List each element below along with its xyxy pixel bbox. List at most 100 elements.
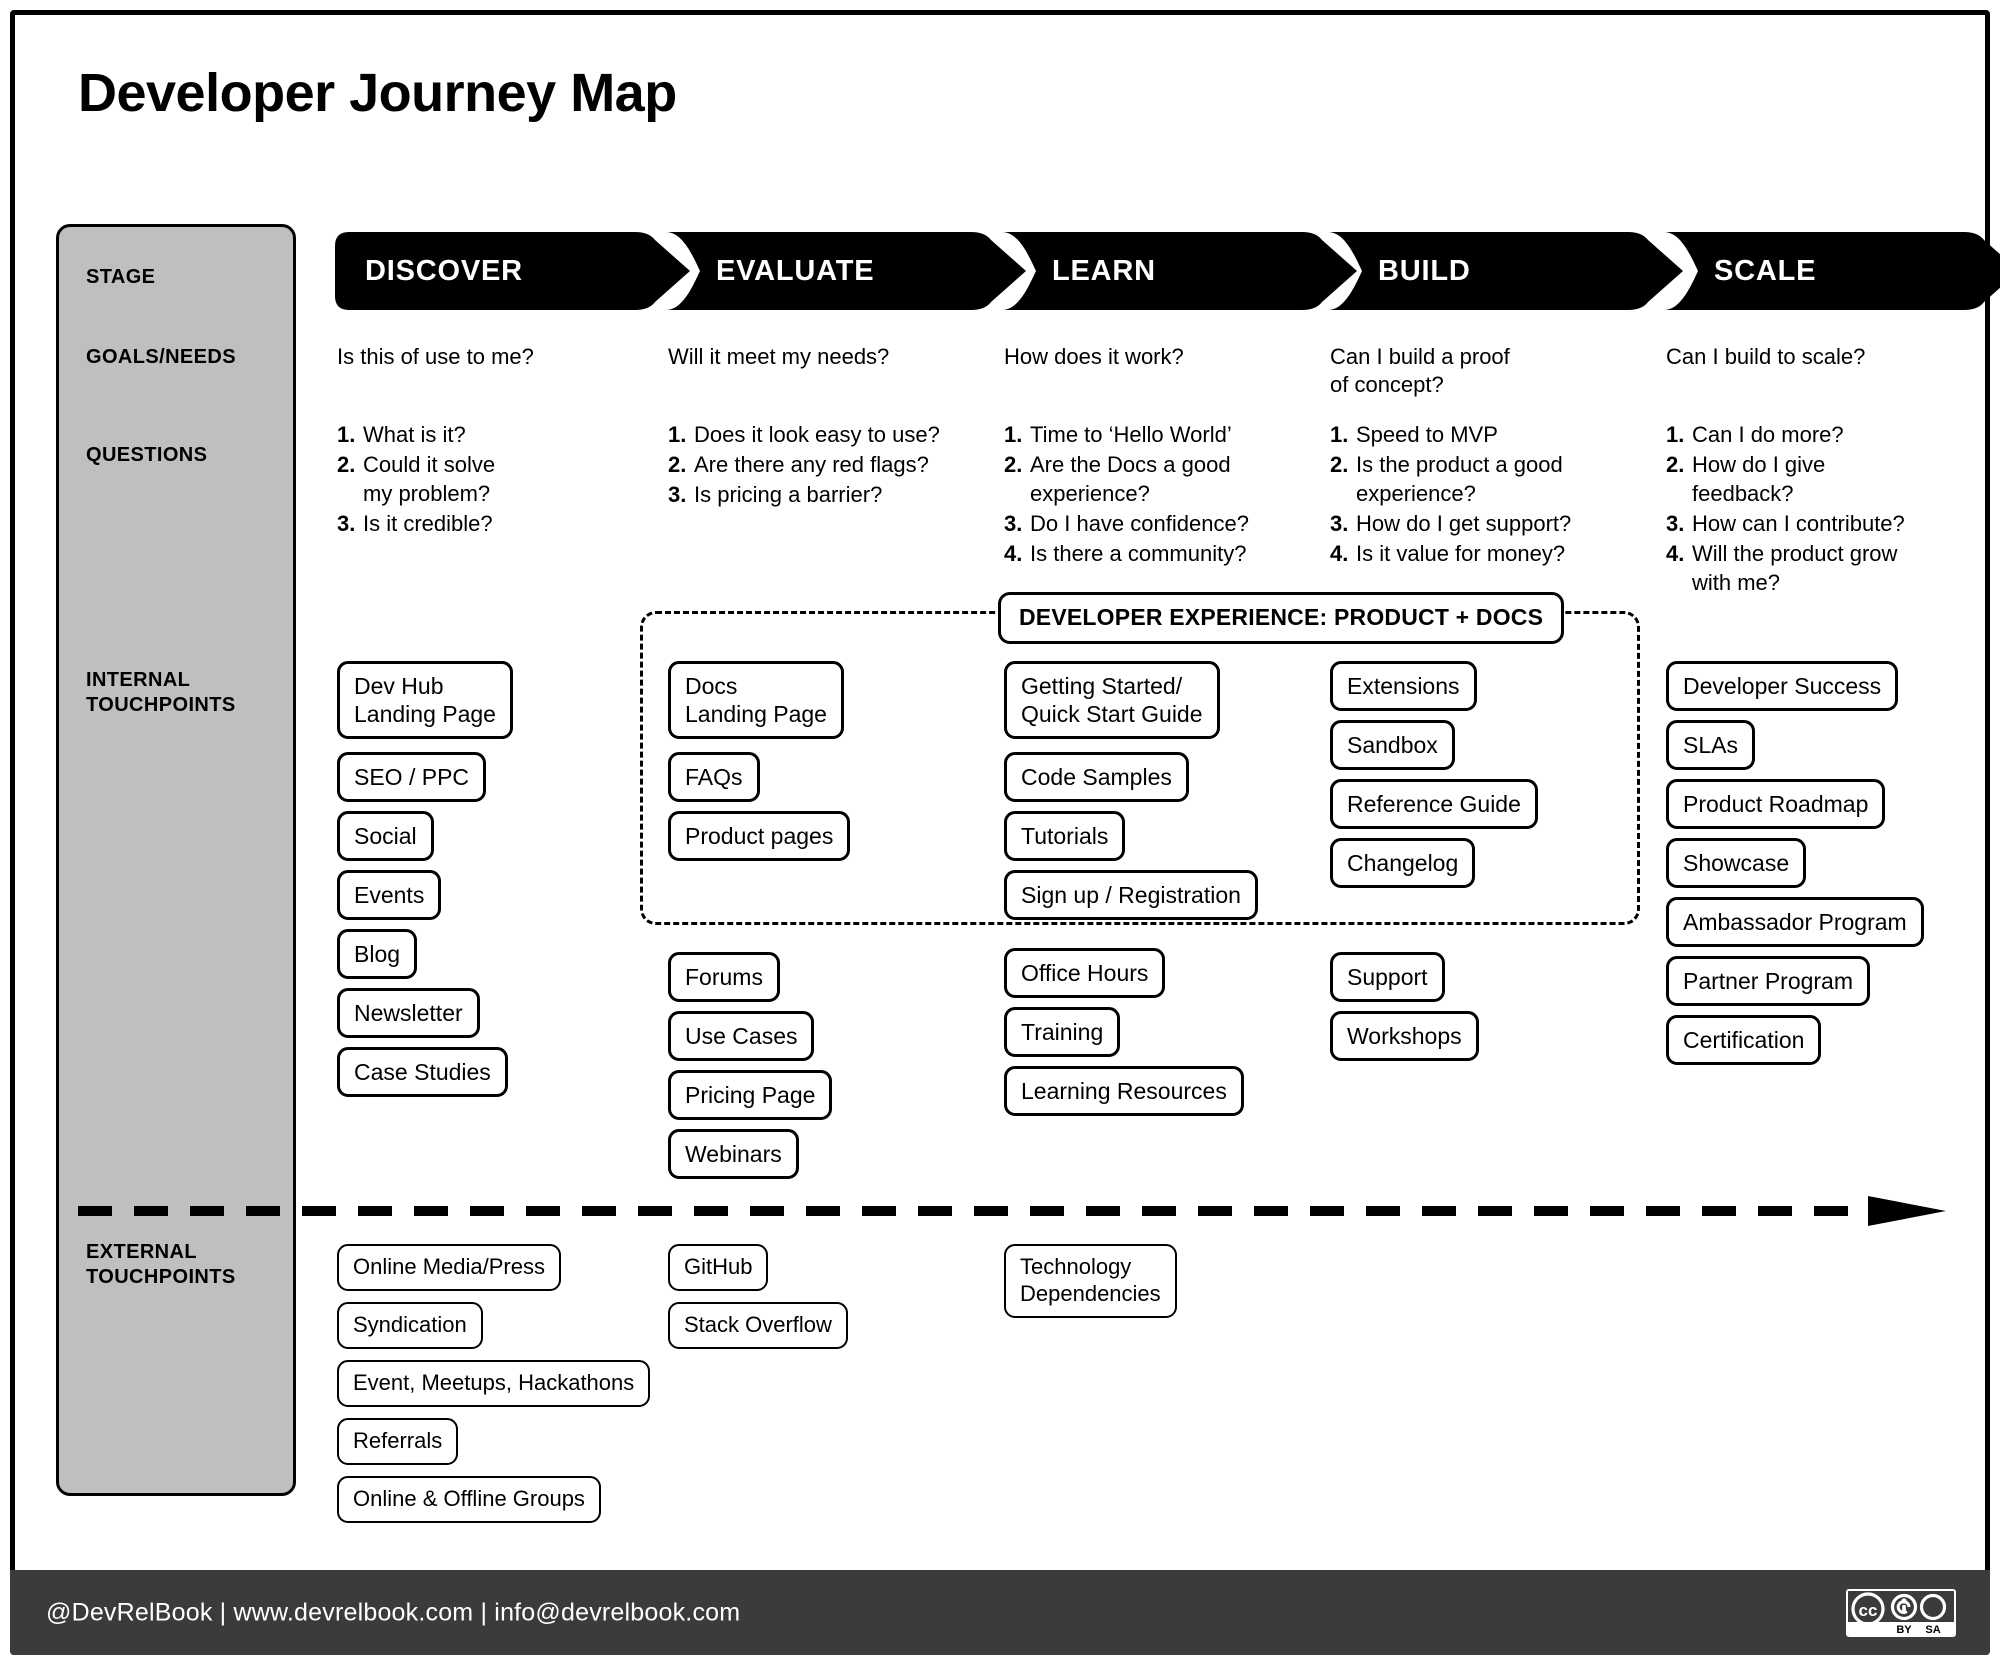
internal-touchpoint-pill[interactable]: Showcase bbox=[1666, 838, 1807, 889]
internal-touchpoint-pill[interactable]: Use Cases bbox=[668, 1011, 815, 1062]
internal-touchpoint-pill[interactable]: Developer Success bbox=[1666, 661, 1899, 712]
question-number: 1. bbox=[668, 422, 687, 447]
internal-touchpoint-pill[interactable]: SLAs bbox=[1666, 720, 1755, 771]
question-number: 3. bbox=[1330, 511, 1349, 537]
internal-touchpoint-pill[interactable]: Case Studies bbox=[337, 1047, 508, 1098]
question-item: 2. Are the Docs a good experience? bbox=[1004, 450, 1344, 508]
question-text: Time to ‘Hello World’ bbox=[1030, 422, 1232, 447]
question-item: 4. Is it value for money? bbox=[1330, 539, 1670, 568]
external-touchpoint-pill[interactable]: Syndication bbox=[337, 1302, 483, 1349]
row-label-stage: STAGE bbox=[86, 266, 156, 288]
internal-touchpoint-pill[interactable]: Sandbox bbox=[1330, 720, 1455, 771]
question-item: 2. How do I give feedback? bbox=[1666, 450, 2000, 508]
internal-touchpoint-pill[interactable]: Blog bbox=[337, 929, 418, 980]
question-item: 1. Speed to MVP bbox=[1330, 420, 1670, 449]
question-item: 4. Is there a community? bbox=[1004, 539, 1344, 568]
question-text: Is the product a good experience? bbox=[1356, 452, 1563, 507]
stage-banner-build[interactable]: BUILD bbox=[1328, 232, 1683, 310]
question-item: 3. How do I get support? bbox=[1330, 509, 1670, 538]
question-text: Are there any red flags? bbox=[694, 452, 929, 478]
question-text: How do I get support? bbox=[1356, 511, 1572, 537]
row-label-external-touchpoints: EXTERNAL TOUCHPOINTS bbox=[86, 1241, 236, 1288]
internal-touchpoint-pill[interactable]: Newsletter bbox=[337, 988, 480, 1039]
external-touchpoint-pill[interactable]: Event, Meetups, Hackathons bbox=[337, 1360, 651, 1407]
internal-touchpoint-pill[interactable]: Docs Landing Page bbox=[668, 661, 844, 740]
stage-label-evaluate: EVALUATE bbox=[716, 254, 875, 287]
external-touchpoint-pill[interactable]: GitHub bbox=[668, 1244, 769, 1291]
row-label-goals: GOALS/NEEDS bbox=[86, 346, 236, 368]
questions-list-learn: 1. Time to ‘Hello World’ 2. Are the Docs a … bbox=[1004, 420, 1344, 569]
internal-touchpoint-pill[interactable]: Webinars bbox=[668, 1129, 799, 1180]
question-number: 3. bbox=[668, 482, 687, 508]
questions-list-evaluate: 1. Does it look easy to use? 2. Are there a… bbox=[668, 420, 1008, 510]
question-number: 2. bbox=[668, 452, 687, 478]
question-number: 1. bbox=[1666, 422, 1685, 447]
internal-touchpoint-pill[interactable]: Ambassador Program bbox=[1666, 897, 1924, 948]
question-number: 1. bbox=[337, 422, 356, 447]
stage-banner-discover[interactable]: DISCOVER bbox=[335, 232, 690, 310]
internal-touchpoint-pill[interactable]: Training bbox=[1004, 1007, 1121, 1058]
internal-touchpoint-pill[interactable]: SEO / PPC bbox=[337, 752, 487, 803]
question-number: 3. bbox=[1666, 511, 1685, 537]
svg-text:BY: BY bbox=[1896, 1624, 1912, 1635]
goal-text-evaluate: Will it meet my needs? bbox=[668, 344, 890, 369]
internal-touchpoint-pill[interactable]: Tutorials bbox=[1004, 811, 1126, 862]
internal-touchpoint-pill[interactable]: Office Hours bbox=[1004, 948, 1166, 999]
internal-touchpoint-pill[interactable]: Certification bbox=[1666, 1015, 1822, 1066]
question-number: 4. bbox=[1004, 541, 1023, 567]
internal-touchpoint-pill[interactable]: Extensions bbox=[1330, 661, 1477, 712]
creative-commons-badge: cc BY SA bbox=[1846, 1588, 1956, 1637]
external-touchpoint-pill[interactable]: Referrals bbox=[337, 1418, 459, 1465]
row-label-sidebar bbox=[56, 224, 296, 1496]
question-text: How do I give feedback? bbox=[1692, 452, 1826, 507]
goal-text-learn: How does it work? bbox=[1004, 344, 1184, 369]
internal-touchpoint-pill[interactable]: Pricing Page bbox=[668, 1070, 833, 1121]
stage-banner-evaluate[interactable]: EVALUATE bbox=[666, 232, 1026, 310]
internal-touchpoint-pill[interactable]: Product Roadmap bbox=[1666, 779, 1886, 830]
question-item: 1. Can I do more? bbox=[1666, 420, 2000, 449]
footer-contact-text: @DevRelBook | www.devrelbook.com | info@… bbox=[46, 1598, 741, 1626]
external-touchpoint-pill[interactable]: Online Media/Press bbox=[337, 1244, 561, 1291]
question-number: 2. bbox=[337, 452, 356, 478]
goal-text-discover: Is this of use to me? bbox=[337, 344, 534, 369]
internal-touchpoint-pill[interactable]: Workshops bbox=[1330, 1011, 1479, 1062]
question-item: 1. What is it? bbox=[337, 420, 677, 449]
row-label-questions: QUESTIONS bbox=[86, 444, 208, 466]
internal-touchpoint-pill[interactable]: Partner Program bbox=[1666, 956, 1871, 1007]
goal-text-scale: Can I build to scale? bbox=[1666, 344, 1866, 369]
question-item: 2. Is the product a good experience? bbox=[1330, 450, 1670, 508]
internal-touchpoint-pill[interactable]: FAQs bbox=[668, 752, 760, 803]
question-text: Does it look easy to use? bbox=[694, 422, 940, 447]
question-number: 1. bbox=[1330, 422, 1349, 447]
row-label-internal-touchpoints: INTERNAL TOUCHPOINTS bbox=[86, 669, 236, 716]
question-number: 2. bbox=[1666, 452, 1685, 478]
internal-touchpoint-pill[interactable]: Support bbox=[1330, 952, 1445, 1003]
question-text: What is it? bbox=[363, 422, 466, 447]
question-number: 4. bbox=[1666, 541, 1685, 567]
internal-touchpoint-pill[interactable]: Code Samples bbox=[1004, 752, 1189, 803]
internal-touchpoint-pill[interactable]: Dev Hub Landing Page bbox=[337, 661, 513, 740]
internal-touchpoint-pill[interactable]: Reference Guide bbox=[1330, 779, 1538, 830]
external-touchpoint-pill[interactable]: Online & Offline Groups bbox=[337, 1476, 601, 1523]
internal-touchpoint-pill[interactable]: Events bbox=[337, 870, 442, 921]
external-touchpoint-pill[interactable]: Stack Overflow bbox=[668, 1302, 848, 1349]
internal-touchpoint-pill[interactable]: Getting Started/ Quick Start Guide bbox=[1004, 661, 1220, 740]
external-touchpoint-pill[interactable]: Technology Dependencies bbox=[1004, 1244, 1177, 1318]
question-item: 1. Does it look easy to use? bbox=[668, 420, 1008, 449]
internal-touchpoint-pill[interactable]: Forums bbox=[668, 952, 780, 1003]
internal-touchpoint-pill[interactable]: Sign up / Registration bbox=[1004, 870, 1258, 921]
stage-label-build: BUILD bbox=[1378, 254, 1471, 287]
question-text: Is there a community? bbox=[1030, 541, 1247, 567]
stage-banner-learn[interactable]: LEARN bbox=[1002, 232, 1357, 310]
internal-touchpoint-pill[interactable]: Social bbox=[337, 811, 434, 862]
internal-touchpoint-pill[interactable]: Changelog bbox=[1330, 838, 1476, 889]
question-text: Will the product grow with me? bbox=[1692, 541, 1898, 596]
question-text: Do I have confidence? bbox=[1030, 511, 1249, 537]
stage-banner-scale[interactable]: SCALE bbox=[1664, 232, 2000, 310]
question-text: Speed to MVP bbox=[1356, 422, 1498, 447]
question-number: 3. bbox=[1004, 511, 1023, 537]
stage-label-discover: DISCOVER bbox=[365, 254, 523, 287]
question-item: 3. Is pricing a barrier? bbox=[668, 480, 1008, 509]
internal-touchpoint-pill[interactable]: Product pages bbox=[668, 811, 851, 862]
internal-touchpoint-pill[interactable]: Learning Resources bbox=[1004, 1066, 1244, 1117]
